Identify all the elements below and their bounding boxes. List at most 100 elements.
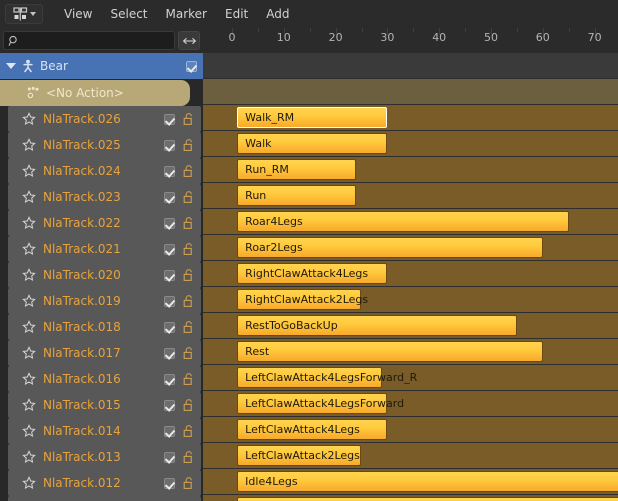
channel-enable-checkbox[interactable] bbox=[164, 243, 175, 255]
unlock-icon[interactable] bbox=[181, 164, 195, 178]
unlock-icon[interactable] bbox=[181, 138, 195, 152]
channel-track-row[interactable]: NlaTrack.022 bbox=[8, 210, 201, 236]
channel-track-row[interactable]: NlaTrack.015 bbox=[8, 392, 201, 418]
timeline-ruler[interactable]: 0 10 20 30 40 50 60 70 bbox=[203, 28, 618, 53]
nla-strip[interactable]: Walk bbox=[237, 133, 388, 154]
unlock-icon[interactable] bbox=[181, 268, 195, 282]
channel-track-row[interactable]: NlaTrack.018 bbox=[8, 314, 201, 340]
nla-strip[interactable]: Run bbox=[237, 185, 357, 206]
star-icon bbox=[22, 268, 36, 281]
channel-enable-checkbox[interactable] bbox=[164, 347, 175, 359]
channel-controls bbox=[164, 190, 195, 204]
menu-marker[interactable]: Marker bbox=[157, 4, 216, 24]
channel-enable-checkbox[interactable] bbox=[164, 269, 175, 281]
channel-controls bbox=[164, 346, 195, 360]
unlock-icon[interactable] bbox=[181, 320, 195, 334]
nla-strip-label: RestToGoBackUp bbox=[245, 319, 338, 332]
editor-type-selector[interactable] bbox=[5, 4, 43, 24]
channel-track-row[interactable]: NlaTrack.014 bbox=[8, 418, 201, 444]
channel-object-row[interactable]: Bear bbox=[0, 53, 203, 79]
channel-label: NlaTrack.026 bbox=[43, 112, 121, 126]
channel-list[interactable]: Bear <No Action> NlaTrack.026 NlaTrack.025 N… bbox=[0, 53, 203, 501]
channel-track-row[interactable]: NlaTrack.019 bbox=[8, 288, 201, 314]
channel-enable-checkbox[interactable] bbox=[164, 477, 175, 489]
channel-enable-checkbox[interactable] bbox=[164, 165, 175, 177]
channel-track-row[interactable]: NlaTrack.021 bbox=[8, 236, 201, 262]
menu-view[interactable]: View bbox=[55, 4, 101, 24]
channel-action-row[interactable]: <No Action> bbox=[0, 80, 190, 106]
unlock-icon[interactable] bbox=[181, 294, 195, 308]
unlock-icon[interactable] bbox=[181, 398, 195, 412]
channel-controls bbox=[164, 476, 195, 490]
channel-enable-checkbox[interactable] bbox=[164, 113, 175, 125]
channel-controls bbox=[164, 372, 195, 386]
expand-channels-button[interactable] bbox=[178, 31, 200, 50]
nla-strip[interactable]: Rest bbox=[237, 341, 543, 362]
nla-strip[interactable]: RightClawAttack2Legs bbox=[237, 289, 368, 310]
unlock-icon[interactable] bbox=[181, 190, 195, 204]
star-icon bbox=[22, 398, 36, 411]
channel-label: NlaTrack.023 bbox=[43, 190, 121, 204]
channel-enable-checkbox[interactable] bbox=[164, 321, 175, 333]
channel-track-row[interactable]: NlaTrack.025 bbox=[8, 132, 201, 158]
unlock-icon[interactable] bbox=[181, 476, 195, 490]
channel-track-row[interactable]: NlaTrack.020 bbox=[8, 262, 201, 288]
channel-enable-checkbox[interactable] bbox=[164, 373, 175, 385]
unlock-icon[interactable] bbox=[181, 216, 195, 230]
channel-controls bbox=[164, 268, 195, 282]
nla-editor-window: View Select Marker Edit Add 0 10 20 30 40 50 6… bbox=[0, 0, 618, 501]
menu-add[interactable]: Add bbox=[257, 4, 298, 24]
nla-strip[interactable]: RightClawAttack4Legs bbox=[237, 263, 388, 284]
triangle-down-icon[interactable] bbox=[6, 63, 16, 69]
channel-enable-checkbox[interactable] bbox=[164, 191, 175, 203]
nla-strip-label: RightClawAttack4Legs bbox=[245, 267, 369, 280]
strip-grid-area[interactable]: Walk_RM Walk Run_RM Run Roar4Legs Roar2Legs Ri… bbox=[203, 53, 618, 501]
ruler-mark bbox=[257, 28, 259, 32]
channel-track-row[interactable]: NlaTrack.024 bbox=[8, 158, 201, 184]
unlock-icon[interactable] bbox=[181, 372, 195, 386]
nla-strip[interactable]: Roar4Legs bbox=[237, 211, 569, 232]
nla-strip[interactable]: LeftClawAttack4LegsForward_R bbox=[237, 367, 417, 388]
search-row bbox=[0, 28, 203, 53]
channel-enable-checkbox[interactable] bbox=[164, 217, 175, 229]
strip-row[interactable] bbox=[203, 53, 618, 79]
channel-controls bbox=[164, 242, 195, 256]
channel-track-row[interactable]: NlaTrack.016 bbox=[8, 366, 201, 392]
nla-strip-label: LeftClawAttack4LegsForward bbox=[245, 397, 405, 410]
channel-track-row[interactable]: NlaTrack.017 bbox=[8, 340, 201, 366]
unlock-icon[interactable] bbox=[181, 450, 195, 464]
nla-strip[interactable]: Idle4Legs bbox=[237, 471, 618, 492]
channel-enable-checkbox[interactable] bbox=[164, 399, 175, 411]
nla-strip-label: Rest bbox=[245, 345, 270, 358]
channel-track-row[interactable] bbox=[8, 496, 201, 501]
menu-bar: View Select Marker Edit Add bbox=[55, 4, 298, 24]
channel-enable-checkbox[interactable] bbox=[164, 295, 175, 307]
channel-enable-checkbox[interactable] bbox=[164, 139, 175, 151]
search-input[interactable] bbox=[24, 32, 174, 49]
unlock-icon[interactable] bbox=[181, 112, 195, 126]
nla-strip[interactable]: Walk_RM bbox=[237, 107, 388, 128]
nla-strip[interactable]: LeftClawAttack2Legs bbox=[237, 445, 362, 466]
channel-track-row[interactable]: NlaTrack.012 bbox=[8, 470, 201, 496]
nla-strip[interactable]: RestToGoBackUp bbox=[237, 315, 517, 336]
nla-strip[interactable]: LeftClawAttack4LegsForward bbox=[237, 393, 404, 414]
channel-track-row[interactable]: NlaTrack.026 bbox=[8, 106, 201, 132]
channel-enable-checkbox[interactable] bbox=[164, 451, 175, 463]
unlock-icon[interactable] bbox=[181, 346, 195, 360]
channel-label: NlaTrack.014 bbox=[43, 424, 121, 438]
unlock-icon[interactable] bbox=[181, 424, 195, 438]
channel-track-row[interactable]: NlaTrack.023 bbox=[8, 184, 201, 210]
star-icon bbox=[22, 216, 36, 229]
nla-strip[interactable]: Run_RM bbox=[237, 159, 357, 180]
menu-select[interactable]: Select bbox=[101, 4, 156, 24]
nla-strip[interactable]: Roar2Legs bbox=[237, 237, 543, 258]
menu-edit[interactable]: Edit bbox=[216, 4, 257, 24]
strip-row[interactable] bbox=[203, 79, 618, 105]
nla-strip[interactable] bbox=[237, 497, 618, 501]
channel-enable-checkbox[interactable] bbox=[186, 60, 197, 72]
search-field[interactable] bbox=[3, 31, 175, 50]
nla-strip[interactable]: LeftClawAttack4Legs bbox=[237, 419, 388, 440]
channel-enable-checkbox[interactable] bbox=[164, 425, 175, 437]
channel-track-row[interactable]: NlaTrack.013 bbox=[8, 444, 201, 470]
unlock-icon[interactable] bbox=[181, 242, 195, 256]
